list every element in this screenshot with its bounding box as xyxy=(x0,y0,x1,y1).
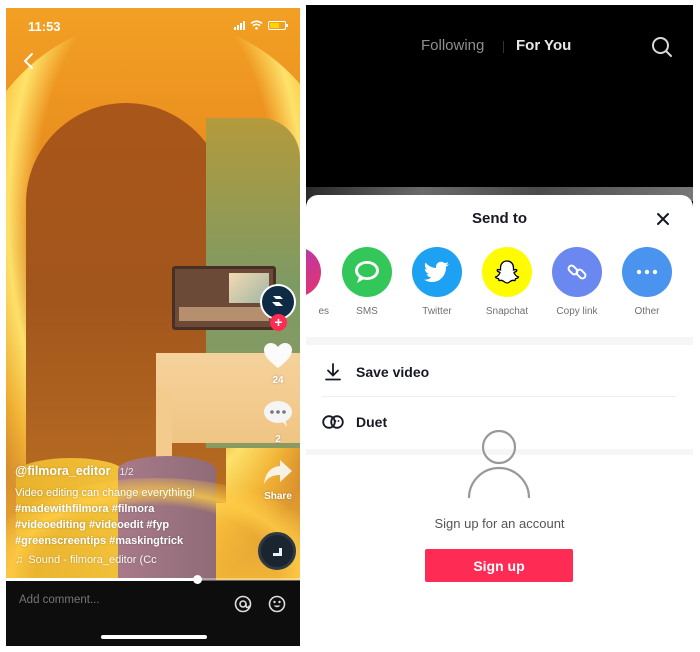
signup-button[interactable]: Sign up xyxy=(425,549,573,582)
music-disc-icon xyxy=(273,548,282,556)
download-icon xyxy=(322,361,344,383)
save-video-label: Save video xyxy=(356,364,430,380)
sheet-title: Send to xyxy=(472,210,527,227)
comment-icon xyxy=(264,401,292,427)
at-icon xyxy=(234,595,252,613)
hashtag-line[interactable]: #greenscreentips #maskingtrick xyxy=(15,533,255,549)
share-target-sms[interactable]: SMS xyxy=(332,247,402,317)
share-sheet: Send to es SMS Twitter Snapchat Copy lin… xyxy=(306,195,693,646)
tab-following[interactable]: Following xyxy=(421,37,484,54)
hashtag-line[interactable]: #madewithfilmora #filmora xyxy=(15,501,255,517)
share-arrow-icon xyxy=(264,460,292,484)
share-target-snapchat[interactable]: Snapchat xyxy=(472,247,542,317)
hashtag-line[interactable]: #videoediting #videoedit #fyp xyxy=(15,517,255,533)
signup-overlay: Sign up for an account Sign up xyxy=(306,430,693,646)
search-icon xyxy=(652,37,672,57)
emoji-icon xyxy=(268,595,286,613)
share-label: Copy link xyxy=(556,306,598,317)
sms-icon xyxy=(355,261,379,283)
sound-link[interactable]: ♫ Sound - filmora_editor (Cc xyxy=(15,552,255,568)
creator-avatar[interactable]: + xyxy=(258,284,298,331)
person-icon xyxy=(467,430,531,499)
comment-button[interactable]: 2 xyxy=(256,400,300,445)
share-label: es xyxy=(318,306,329,317)
mention-button[interactable] xyxy=(233,594,253,614)
creator-username[interactable]: @filmora_editor xyxy=(15,464,111,478)
comment-bar xyxy=(6,584,300,624)
page-indicator: 1/2 xyxy=(119,467,134,478)
share-screen: Following For You Send to es SMS Twitter… xyxy=(306,5,693,646)
share-label: Share xyxy=(264,491,292,502)
wifi-icon xyxy=(250,20,263,30)
close-icon xyxy=(657,213,669,225)
share-label: Twitter xyxy=(422,306,452,317)
share-label: Snapchat xyxy=(485,306,529,317)
music-disc-button[interactable] xyxy=(258,532,296,570)
instagram-icon xyxy=(306,261,307,283)
comment-input[interactable] xyxy=(19,594,199,606)
filmora-logo-icon xyxy=(272,296,283,306)
battery-icon xyxy=(268,20,288,30)
share-button[interactable]: Share xyxy=(256,459,300,502)
like-count: 24 xyxy=(272,375,284,386)
share-target-twitter[interactable]: Twitter xyxy=(402,247,472,317)
feed-tabs: Following For You xyxy=(306,35,693,59)
row-divider xyxy=(322,396,677,397)
twitter-icon xyxy=(424,261,449,282)
progress-fill xyxy=(6,578,197,581)
signal-icon xyxy=(234,20,245,30)
home-indicator xyxy=(101,635,207,639)
search-button[interactable] xyxy=(650,35,674,59)
tab-for-you[interactable]: For You xyxy=(516,37,571,54)
like-button[interactable]: 24 xyxy=(256,342,300,386)
playback-progress[interactable] xyxy=(6,575,300,584)
tab-separator xyxy=(503,41,504,53)
video-caption: @filmora_editor 1/2 Video editing can ch… xyxy=(15,463,255,568)
music-note-icon: ♫ xyxy=(15,554,24,566)
close-button[interactable] xyxy=(653,209,673,229)
share-label: Other xyxy=(634,306,660,317)
back-button[interactable] xyxy=(18,50,40,72)
signup-prompt: Sign up for an account xyxy=(434,516,565,531)
status-time: 11:53 xyxy=(28,19,61,34)
share-label: SMS xyxy=(356,306,378,317)
status-bar: 11:53 xyxy=(6,8,300,42)
share-target-other[interactable]: Other xyxy=(612,247,682,317)
emoji-button[interactable] xyxy=(267,594,287,614)
share-target-copy-link[interactable]: Copy link xyxy=(542,247,612,317)
share-target-messages[interactable]: es xyxy=(306,247,331,317)
snapchat-icon xyxy=(494,260,520,284)
share-targets[interactable]: es SMS Twitter Snapchat Copy link Other xyxy=(306,247,693,327)
chevron-left-icon xyxy=(23,53,33,69)
action-rail: + 24 2 Share xyxy=(256,282,300,502)
progress-handle[interactable] xyxy=(193,575,202,584)
video-description: Video editing can change everything! xyxy=(15,487,196,499)
follow-button[interactable]: + xyxy=(270,314,287,331)
heart-icon xyxy=(264,343,292,368)
duet-label: Duet xyxy=(356,414,388,430)
link-icon xyxy=(567,264,587,280)
section-divider xyxy=(306,337,693,345)
comment-count: 2 xyxy=(275,434,281,445)
sound-name: Sound - filmora_editor (Cc xyxy=(28,554,157,566)
save-video-button[interactable]: Save video xyxy=(322,350,677,394)
more-icon xyxy=(636,269,658,275)
video-screen: 11:53 + 24 2 Share @filmora_editor 1/2 V… xyxy=(6,8,300,646)
